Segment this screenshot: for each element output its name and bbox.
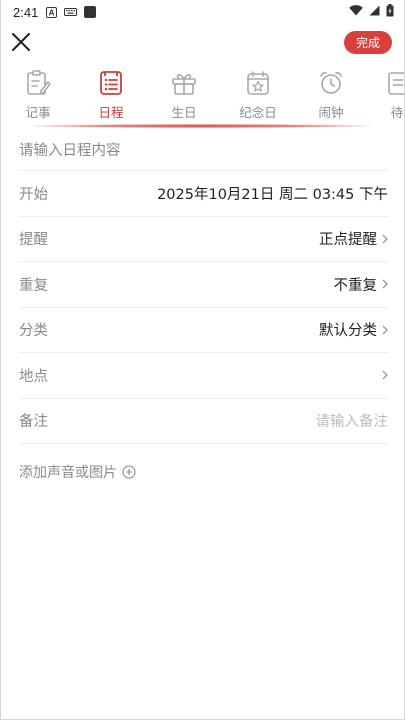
tab-label: 生日 xyxy=(171,105,197,120)
category-value-wrap: 默认分类 xyxy=(319,319,388,340)
note-input[interactable]: 请输入备注 xyxy=(316,410,389,431)
start-value[interactable]: 2025年10月21日 周二 03:45 下午 xyxy=(157,183,388,204)
accessibility-a-icon: A xyxy=(46,6,58,18)
tab-schedule[interactable]: 日程 xyxy=(81,66,141,121)
gift-icon xyxy=(172,74,196,95)
chevron-right-icon xyxy=(382,325,388,335)
repeat-value-wrap: 不重复 xyxy=(334,274,389,295)
top-bar: 完成 xyxy=(1,28,404,58)
status-time: 2:41 xyxy=(13,4,39,20)
tab-alarm[interactable]: 闹钟 xyxy=(301,66,361,121)
done-button[interactable]: 完成 xyxy=(344,31,392,54)
chevron-right-icon xyxy=(382,370,388,380)
chevron-right-icon xyxy=(382,234,388,244)
reminder-value: 正点提醒 xyxy=(319,232,377,249)
alarm-clock-icon xyxy=(320,72,342,94)
app-square-icon xyxy=(84,6,97,18)
tab-anniversary[interactable]: 纪念日 xyxy=(228,66,288,121)
add-media-button[interactable]: 添加声音或图片 xyxy=(19,462,136,482)
reminder-label: 提醒 xyxy=(19,232,48,249)
close-button[interactable] xyxy=(11,32,31,52)
tab-todo[interactable]: 待 xyxy=(367,66,404,121)
content-input-row[interactable]: 请输入日程内容 xyxy=(19,129,388,171)
repeat-label: 重复 xyxy=(19,277,48,294)
app-screen: 2:41 A 完成 记事 日程 生日 纪念日 闹钟 待 请输入日程内容 开始 2… xyxy=(0,0,405,720)
note-row[interactable]: 备注 请输入备注 xyxy=(19,399,389,444)
add-media-label: 添加声音或图片 xyxy=(19,465,117,481)
calendar-star-icon xyxy=(247,71,269,95)
tab-note[interactable]: 记事 xyxy=(8,66,68,121)
todo-icon xyxy=(388,72,404,95)
status-bar: 2:41 A xyxy=(1,0,404,24)
tab-label: 记事 xyxy=(25,105,51,120)
content-input[interactable]: 请输入日程内容 xyxy=(19,139,121,160)
reminder-value-wrap: 正点提醒 xyxy=(319,228,388,249)
start-label: 开始 xyxy=(19,186,48,203)
tab-label: 待 xyxy=(390,105,404,120)
status-right-icons xyxy=(349,3,394,21)
reminder-row[interactable]: 提醒 正点提醒 xyxy=(19,217,388,262)
close-icon xyxy=(12,33,30,51)
note-icon xyxy=(27,70,51,95)
note-label: 备注 xyxy=(19,414,48,431)
tab-label: 纪念日 xyxy=(239,105,277,120)
plus-circle-icon xyxy=(122,465,136,479)
category-label: 分类 xyxy=(19,323,48,340)
chevron-right-icon xyxy=(382,279,388,289)
battery-icon xyxy=(386,3,394,21)
cell-signal-icon xyxy=(369,5,380,20)
location-row[interactable]: 地点 xyxy=(19,353,388,399)
schedule-list-icon xyxy=(100,71,122,95)
repeat-value: 不重复 xyxy=(333,277,378,294)
tab-label: 日程 xyxy=(98,105,124,120)
active-tab-indicator xyxy=(31,124,371,128)
tab-birthday[interactable]: 生日 xyxy=(154,66,214,121)
schedule-form: 请输入日程内容 开始 2025年10月21日 周二 03:45 下午 提醒 正点… xyxy=(1,129,404,444)
start-row[interactable]: 开始 2025年10月21日 周二 03:45 下午 xyxy=(19,171,388,217)
location-value-wrap xyxy=(377,370,388,380)
wifi-icon xyxy=(349,4,363,20)
repeat-row[interactable]: 重复 不重复 xyxy=(19,262,388,308)
category-tabs: 记事 日程 生日 纪念日 闹钟 待 xyxy=(1,66,404,126)
category-row[interactable]: 分类 默认分类 xyxy=(19,308,388,353)
location-label: 地点 xyxy=(19,368,48,385)
tab-label: 闹钟 xyxy=(318,105,344,120)
svg-text:A: A xyxy=(49,8,55,17)
keyboard-icon xyxy=(64,7,78,17)
category-value: 默认分类 xyxy=(319,323,377,340)
